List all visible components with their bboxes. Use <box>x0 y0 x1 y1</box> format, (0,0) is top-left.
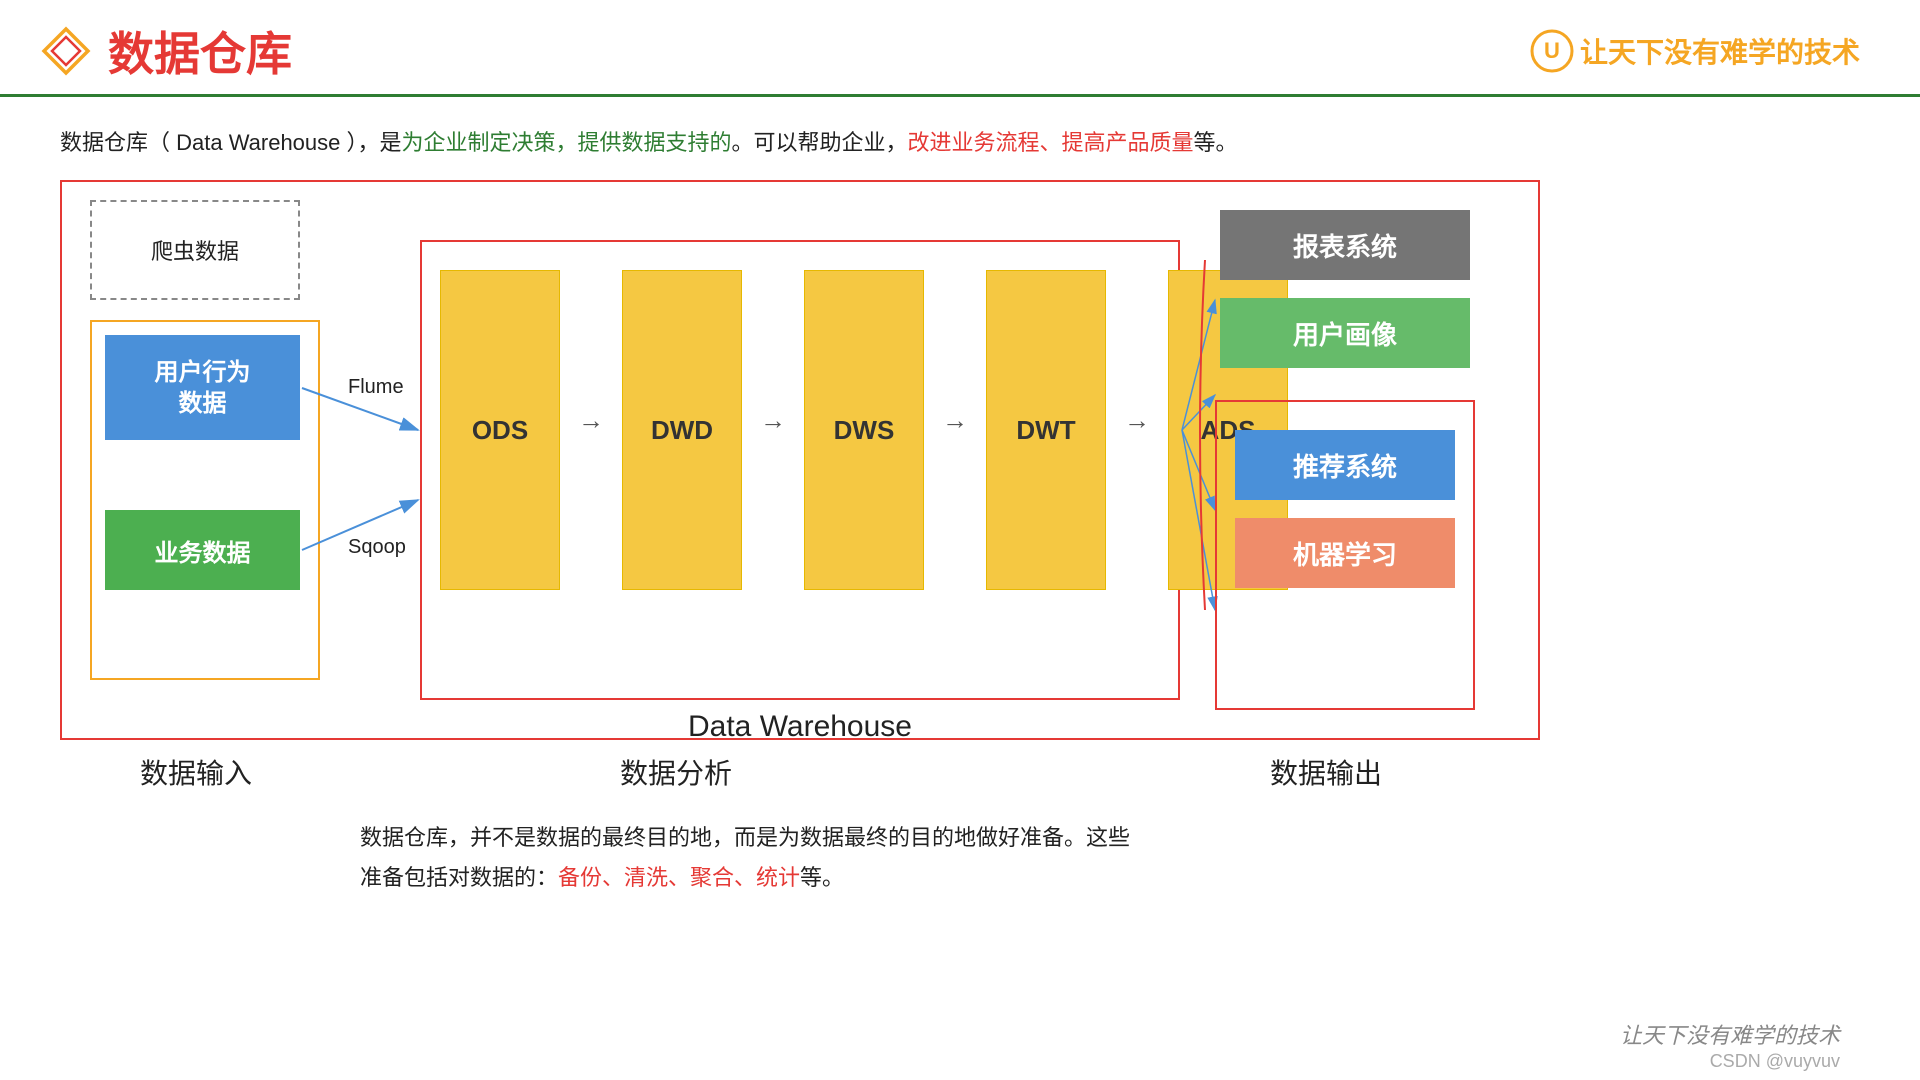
bottom-highlights: 备份、清洗、聚合、统计 <box>558 865 800 890</box>
output-report-label: 报表系统 <box>1293 227 1397 264</box>
output-section: 报表系统 用户画像 <box>1220 210 1500 386</box>
input-biz-data: 业务数据 <box>105 510 300 590</box>
diagram-container: 爬虫数据 用户行为数据 业务数据 Flume Sqoop Data Wareho… <box>60 180 1860 800</box>
header-left: 数据仓库 <box>40 18 292 84</box>
brand-icon: U <box>1530 29 1574 73</box>
brand-logo: U 让天下没有难学的技术 <box>1530 29 1860 73</box>
intro-text2: 。可以帮助企业， <box>732 130 908 155</box>
output-red-box: 推荐系统 机器学习 <box>1215 400 1475 710</box>
dw-col-ods: ODS <box>440 270 560 590</box>
input-biz-label: 业务数据 <box>155 533 251 568</box>
dw-col-dwd: DWD <box>622 270 742 590</box>
intro-highlight2: 改进业务流程、提高产品质量 <box>908 130 1194 155</box>
output-user-box: 用户画像 <box>1220 298 1470 368</box>
dw-label: Data Warehouse <box>420 710 1180 744</box>
header: 数据仓库 U 让天下没有难学的技术 <box>0 0 1920 97</box>
intro-text3: 等。 <box>1194 130 1238 155</box>
arrow-ods-dwd: → <box>578 405 604 436</box>
output-recommend-box: 推荐系统 <box>1235 430 1455 500</box>
intro-section: 数据仓库（ Data Warehouse ），是为企业制定决策，提供数据支持的。… <box>0 97 1920 170</box>
input-user-data: 用户行为数据 <box>105 335 300 440</box>
bottom-text: 数据仓库，并不是数据的最终目的地，而是为数据最终的目的地做好准备。这些 准备包括… <box>0 800 1920 897</box>
label-input: 数据输入 <box>140 752 252 792</box>
bottom-csdn: CSDN @vuyvuv <box>1710 1051 1840 1072</box>
dw-col-dws: DWS <box>804 270 924 590</box>
output-ml-label: 机器学习 <box>1293 535 1397 572</box>
intro-text1: 数据仓库（ Data Warehouse ），是 <box>60 130 402 155</box>
svg-text:U: U <box>1544 38 1560 63</box>
label-output: 数据输出 <box>1270 752 1382 792</box>
diamond-icon <box>40 25 92 77</box>
flume-label: Flume <box>348 376 404 399</box>
label-analysis: 数据分析 <box>620 752 732 792</box>
output-recommend-label: 推荐系统 <box>1293 447 1397 484</box>
output-user-label: 用户画像 <box>1293 315 1397 352</box>
output-ml-box: 机器学习 <box>1235 518 1455 588</box>
sqoop-label: Sqoop <box>348 536 406 559</box>
crawler-label: 爬虫数据 <box>151 234 239 266</box>
output-report-box: 报表系统 <box>1220 210 1470 280</box>
page-title: 数据仓库 <box>108 18 292 84</box>
arrow-dws-dwt: → <box>942 405 968 436</box>
intro-highlight1: 为企业制定决策，提供数据支持的 <box>402 130 732 155</box>
bottom-line2: 准备包括对数据的：备份、清洗、聚合、统计等。 <box>360 858 1860 898</box>
input-user-label: 用户行为数据 <box>155 357 251 419</box>
arrow-dwd-dws: → <box>760 405 786 436</box>
dw-columns: ODS → DWD → DWS → DWT → ADS <box>440 270 1288 590</box>
arrow-dwt-ads: → <box>1124 405 1150 436</box>
brand-name: 让天下没有难学的技术 <box>1580 31 1860 71</box>
bottom-slogan: 让天下没有难学的技术 <box>1620 1018 1840 1050</box>
dw-col-dwt: DWT <box>986 270 1106 590</box>
bottom-line1: 数据仓库，并不是数据的最终目的地，而是为数据最终的目的地做好准备。这些 <box>360 818 1860 858</box>
crawler-box: 爬虫数据 <box>90 200 300 300</box>
